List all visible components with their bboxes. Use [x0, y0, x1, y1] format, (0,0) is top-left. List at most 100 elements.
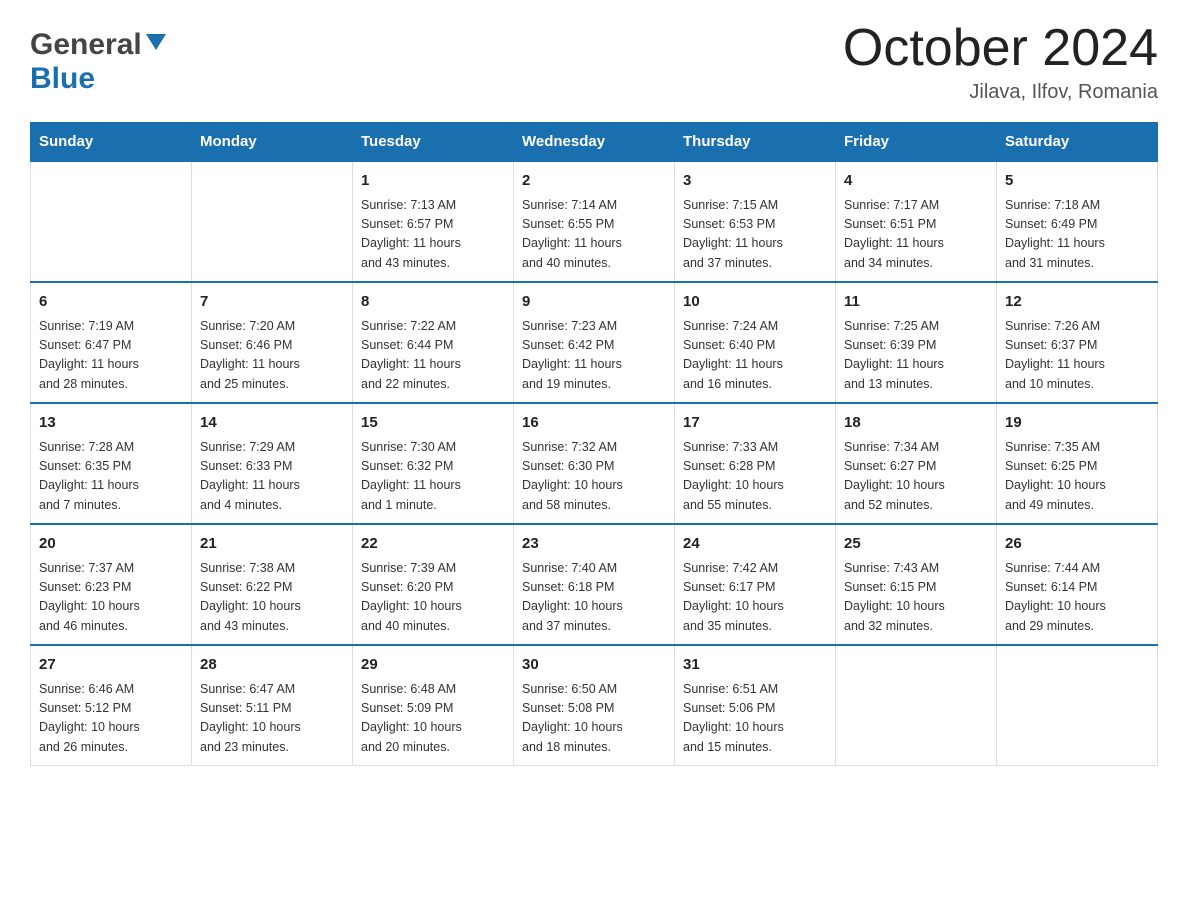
- day-number: 21: [200, 533, 344, 556]
- day-info: Sunrise: 6:46 AM Sunset: 5:12 PM Dayligh…: [39, 680, 183, 758]
- day-info: Sunrise: 7:25 AM Sunset: 6:39 PM Dayligh…: [844, 317, 988, 395]
- day-number: 20: [39, 533, 183, 556]
- calendar-day-cell: 19 Sunrise: 7:35 AM Sunset: 6:25 PM Dayli…: [997, 403, 1158, 524]
- day-info: Sunrise: 7:24 AM Sunset: 6:40 PM Dayligh…: [683, 317, 827, 395]
- day-info: Sunrise: 7:42 AM Sunset: 6:17 PM Dayligh…: [683, 559, 827, 637]
- calendar-day-cell: 21Sunrise: 7:38 AM Sunset: 6:22 PM Dayli…: [192, 524, 353, 645]
- calendar-day-cell: 14 Sunrise: 7:29 AM Sunset: 6:33 PM Dayli…: [192, 403, 353, 524]
- calendar-day-cell: 28Sunrise: 6:47 AM Sunset: 5:11 PM Dayli…: [192, 645, 353, 766]
- day-info: Sunrise: 7:29 AM Sunset: 6:33 PM Dayligh…: [200, 438, 344, 516]
- calendar-day-cell: 7Sunrise: 7:20 AM Sunset: 6:46 PM Daylig…: [192, 282, 353, 403]
- day-info: Sunrise: 7:26 AM Sunset: 6:37 PM Dayligh…: [1005, 317, 1149, 395]
- col-tuesday: Tuesday: [353, 123, 514, 162]
- location-text: Jilava, Ilfov, Romania: [843, 81, 1158, 104]
- day-info: Sunrise: 7:13 AM Sunset: 6:57 PM Dayligh…: [361, 196, 505, 274]
- day-info: Sunrise: 7:32 AM Sunset: 6:30 PM Dayligh…: [522, 438, 666, 516]
- calendar-week-row: 27 Sunrise: 6:46 AM Sunset: 5:12 PM Dayli…: [31, 645, 1158, 766]
- day-info: Sunrise: 7:30 AM Sunset: 6:32 PM Dayligh…: [361, 438, 505, 516]
- calendar-day-cell: 29Sunrise: 6:48 AM Sunset: 5:09 PM Dayli…: [353, 645, 514, 766]
- day-number: 2: [522, 170, 666, 193]
- calendar-day-cell: 6 Sunrise: 7:19 AM Sunset: 6:47 PM Daylig…: [31, 282, 192, 403]
- day-number: 10: [683, 291, 827, 314]
- day-info: Sunrise: 6:47 AM Sunset: 5:11 PM Dayligh…: [200, 680, 344, 758]
- col-wednesday: Wednesday: [514, 123, 675, 162]
- day-number: 6: [39, 291, 183, 314]
- month-title: October 2024: [843, 20, 1158, 77]
- day-number: 27: [39, 654, 183, 677]
- day-number: 8: [361, 291, 505, 314]
- col-sunday: Sunday: [31, 123, 192, 162]
- calendar-week-row: 13 Sunrise: 7:28 AM Sunset: 6:35 PM Dayli…: [31, 403, 1158, 524]
- day-info: Sunrise: 7:18 AM Sunset: 6:49 PM Dayligh…: [1005, 196, 1149, 274]
- calendar-day-cell: 3 Sunrise: 7:15 AM Sunset: 6:53 PM Daylig…: [675, 161, 836, 282]
- calendar-day-cell: 2Sunrise: 7:14 AM Sunset: 6:55 PM Daylig…: [514, 161, 675, 282]
- day-number: 11: [844, 291, 988, 314]
- day-number: 22: [361, 533, 505, 556]
- calendar-day-cell: 26 Sunrise: 7:44 AM Sunset: 6:14 PM Dayli…: [997, 524, 1158, 645]
- calendar-day-cell: 10 Sunrise: 7:24 AM Sunset: 6:40 PM Dayli…: [675, 282, 836, 403]
- day-number: 13: [39, 412, 183, 435]
- logo: General Blue: [30, 28, 166, 96]
- day-number: 31: [683, 654, 827, 677]
- day-number: 18: [844, 412, 988, 435]
- col-monday: Monday: [192, 123, 353, 162]
- calendar-day-cell: 16 Sunrise: 7:32 AM Sunset: 6:30 PM Dayli…: [514, 403, 675, 524]
- calendar-day-cell: [192, 161, 353, 282]
- day-number: 17: [683, 412, 827, 435]
- day-number: 14: [200, 412, 344, 435]
- day-info: Sunrise: 6:51 AM Sunset: 5:06 PM Dayligh…: [683, 680, 827, 758]
- day-number: 12: [1005, 291, 1149, 314]
- day-number: 9: [522, 291, 666, 314]
- day-info: Sunrise: 7:22 AM Sunset: 6:44 PM Dayligh…: [361, 317, 505, 395]
- calendar-day-cell: 30Sunrise: 6:50 AM Sunset: 5:08 PM Dayli…: [514, 645, 675, 766]
- calendar-day-cell: 12 Sunrise: 7:26 AM Sunset: 6:37 PM Dayli…: [997, 282, 1158, 403]
- day-info: Sunrise: 7:39 AM Sunset: 6:20 PM Dayligh…: [361, 559, 505, 637]
- day-info: Sunrise: 6:50 AM Sunset: 5:08 PM Dayligh…: [522, 680, 666, 758]
- day-info: Sunrise: 7:35 AM Sunset: 6:25 PM Dayligh…: [1005, 438, 1149, 516]
- calendar-week-row: 20Sunrise: 7:37 AM Sunset: 6:23 PM Dayli…: [31, 524, 1158, 645]
- calendar-day-cell: [836, 645, 997, 766]
- page-header: General Blue October 2024 Jilava, Ilfov,…: [30, 20, 1158, 104]
- day-number: 24: [683, 533, 827, 556]
- day-number: 29: [361, 654, 505, 677]
- calendar-day-cell: 31 Sunrise: 6:51 AM Sunset: 5:06 PM Dayli…: [675, 645, 836, 766]
- day-number: 5: [1005, 170, 1149, 193]
- day-info: Sunrise: 7:43 AM Sunset: 6:15 PM Dayligh…: [844, 559, 988, 637]
- day-info: Sunrise: 7:23 AM Sunset: 6:42 PM Dayligh…: [522, 317, 666, 395]
- calendar-day-cell: 4Sunrise: 7:17 AM Sunset: 6:51 PM Daylig…: [836, 161, 997, 282]
- col-friday: Friday: [836, 123, 997, 162]
- calendar-day-cell: [997, 645, 1158, 766]
- title-section: October 2024 Jilava, Ilfov, Romania: [843, 20, 1158, 104]
- day-number: 1: [361, 170, 505, 193]
- calendar-day-cell: 23 Sunrise: 7:40 AM Sunset: 6:18 PM Dayli…: [514, 524, 675, 645]
- calendar-day-cell: 17Sunrise: 7:33 AM Sunset: 6:28 PM Dayli…: [675, 403, 836, 524]
- day-number: 26: [1005, 533, 1149, 556]
- calendar-day-cell: 25 Sunrise: 7:43 AM Sunset: 6:15 PM Dayli…: [836, 524, 997, 645]
- col-saturday: Saturday: [997, 123, 1158, 162]
- calendar-table: Sunday Monday Tuesday Wednesday Thursday…: [30, 122, 1158, 766]
- day-number: 19: [1005, 412, 1149, 435]
- day-info: Sunrise: 7:17 AM Sunset: 6:51 PM Dayligh…: [844, 196, 988, 274]
- day-info: Sunrise: 7:34 AM Sunset: 6:27 PM Dayligh…: [844, 438, 988, 516]
- calendar-day-cell: 8 Sunrise: 7:22 AM Sunset: 6:44 PM Daylig…: [353, 282, 514, 403]
- calendar-day-cell: 13 Sunrise: 7:28 AM Sunset: 6:35 PM Dayli…: [31, 403, 192, 524]
- calendar-week-row: 6 Sunrise: 7:19 AM Sunset: 6:47 PM Daylig…: [31, 282, 1158, 403]
- calendar-day-cell: 15Sunrise: 7:30 AM Sunset: 6:32 PM Dayli…: [353, 403, 514, 524]
- calendar-header-row: Sunday Monday Tuesday Wednesday Thursday…: [31, 123, 1158, 162]
- calendar-day-cell: 11 Sunrise: 7:25 AM Sunset: 6:39 PM Dayli…: [836, 282, 997, 403]
- logo-general-text: General: [30, 28, 142, 62]
- day-number: 25: [844, 533, 988, 556]
- day-info: Sunrise: 7:44 AM Sunset: 6:14 PM Dayligh…: [1005, 559, 1149, 637]
- day-info: Sunrise: 7:40 AM Sunset: 6:18 PM Dayligh…: [522, 559, 666, 637]
- calendar-day-cell: 5 Sunrise: 7:18 AM Sunset: 6:49 PM Daylig…: [997, 161, 1158, 282]
- day-number: 3: [683, 170, 827, 193]
- day-info: Sunrise: 7:15 AM Sunset: 6:53 PM Dayligh…: [683, 196, 827, 274]
- calendar-week-row: 1 Sunrise: 7:13 AM Sunset: 6:57 PM Daylig…: [31, 161, 1158, 282]
- day-info: Sunrise: 7:19 AM Sunset: 6:47 PM Dayligh…: [39, 317, 183, 395]
- day-number: 7: [200, 291, 344, 314]
- day-info: Sunrise: 7:28 AM Sunset: 6:35 PM Dayligh…: [39, 438, 183, 516]
- day-number: 23: [522, 533, 666, 556]
- calendar-day-cell: 1 Sunrise: 7:13 AM Sunset: 6:57 PM Daylig…: [353, 161, 514, 282]
- day-number: 16: [522, 412, 666, 435]
- calendar-day-cell: [31, 161, 192, 282]
